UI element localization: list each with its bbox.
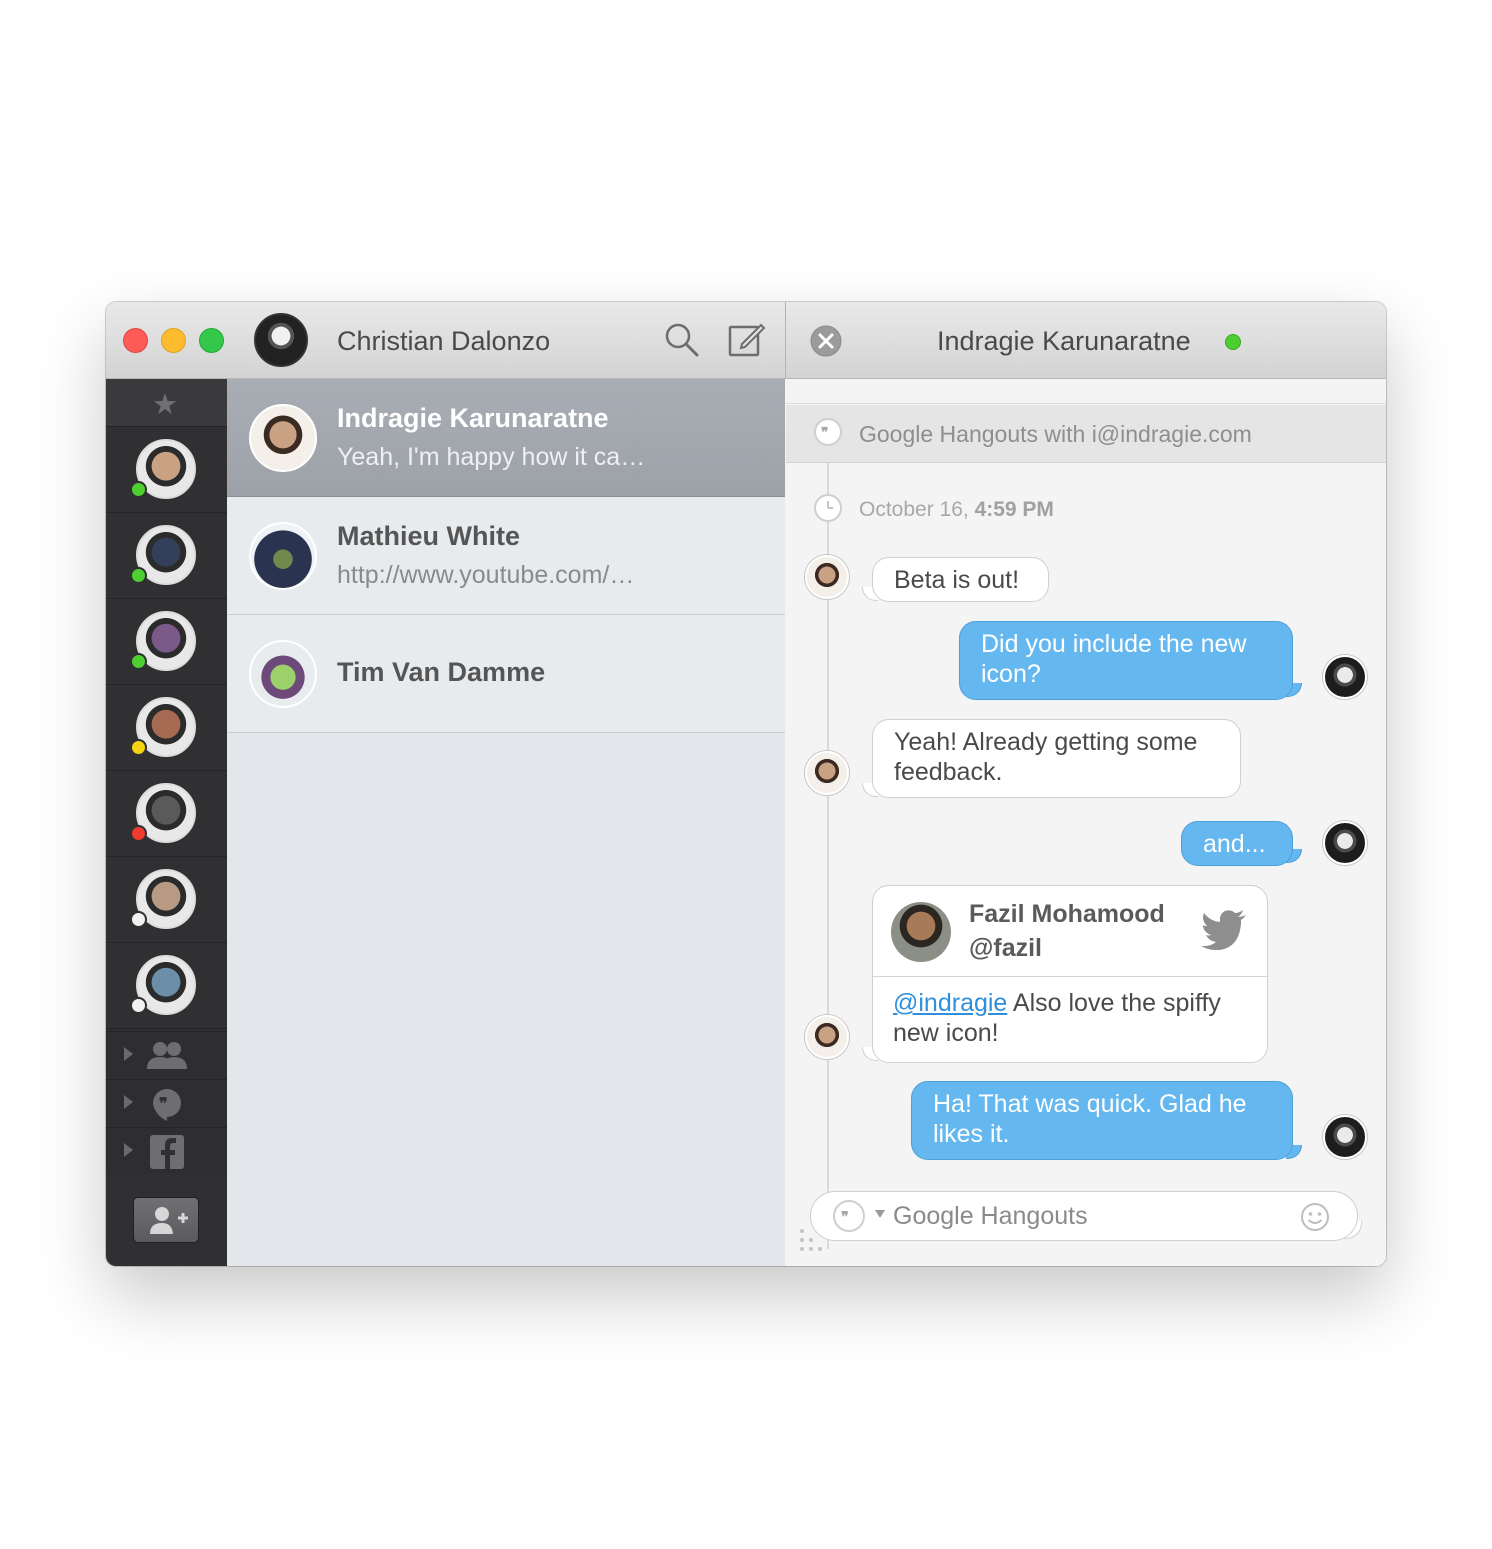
timestamp-time: 4:59 PM bbox=[974, 498, 1054, 521]
timestamp-date: October 16, bbox=[859, 498, 975, 521]
window-minimize-button[interactable] bbox=[161, 328, 186, 353]
presence-status-dot bbox=[130, 911, 147, 928]
sidebar-contact[interactable] bbox=[106, 685, 227, 771]
conversation-preview: http://www.youtube.com/… bbox=[337, 561, 635, 589]
service-line: Google Hangouts with i@indragie.com bbox=[859, 421, 1252, 447]
messages-window: Christian Dalonzo Indragie Karunaratne ★ bbox=[106, 302, 1386, 1266]
timestamp: October 16, 4:59 PM bbox=[859, 498, 1054, 522]
sidebar-contact[interactable] bbox=[106, 857, 227, 943]
tweet-header: Fazil Mohamood @fazil bbox=[873, 886, 1267, 977]
service-dropdown-caret-icon[interactable] bbox=[875, 1210, 885, 1218]
conversation-name: Mathieu White bbox=[337, 521, 520, 551]
sidebar-contact[interactable] bbox=[106, 513, 227, 599]
service-info-bar: ❞ Google Hangouts with i@indragie.com bbox=[786, 405, 1386, 463]
current-user-name: Christian Dalonzo bbox=[337, 326, 551, 356]
sender-avatar bbox=[805, 1015, 849, 1059]
close-conversation-icon[interactable] bbox=[809, 324, 843, 358]
contacts-sidebar: ★ ❞ bbox=[106, 379, 227, 1266]
tweet-author-avatar bbox=[891, 902, 951, 962]
sender-avatar bbox=[1323, 821, 1367, 865]
avatar bbox=[249, 522, 317, 590]
avatar bbox=[249, 640, 317, 708]
conversation-name: Tim Van Damme bbox=[337, 657, 546, 687]
twitter-bird-icon bbox=[1201, 910, 1246, 950]
sidebar-contact[interactable] bbox=[106, 427, 227, 513]
people-group-icon bbox=[147, 1042, 187, 1069]
chat-top-strip bbox=[786, 379, 1386, 404]
title-divider bbox=[785, 302, 786, 379]
presence-status-dot bbox=[130, 567, 147, 584]
conversation-name: Indragie Karunaratne bbox=[337, 403, 609, 433]
sender-avatar bbox=[1323, 1115, 1367, 1159]
message-bubble-outgoing[interactable]: Did you include the new icon? bbox=[959, 621, 1293, 700]
message-bubble-incoming[interactable]: Yeah! Already getting some feedback. bbox=[872, 719, 1241, 798]
presence-status-dot bbox=[130, 825, 147, 842]
message-bubble-outgoing[interactable]: and... bbox=[1181, 821, 1293, 866]
message-composer: ❞ bbox=[810, 1191, 1358, 1241]
window-zoom-button[interactable] bbox=[199, 328, 224, 353]
disclosure-triangle-icon[interactable] bbox=[124, 1047, 133, 1061]
conversation-list: Indragie Karunaratne Yeah, I'm happy how… bbox=[227, 379, 785, 1266]
online-status-dot bbox=[1225, 334, 1241, 350]
chat-pane: ❞ Google Hangouts with i@indragie.com Oc… bbox=[786, 379, 1386, 1266]
presence-status-dot bbox=[130, 997, 147, 1014]
message-input[interactable] bbox=[893, 1201, 1273, 1231]
tweet-mention-link[interactable]: @indragie bbox=[893, 989, 1007, 1017]
presence-status-dot bbox=[130, 739, 147, 756]
presence-status-dot bbox=[130, 481, 147, 498]
sidebar-contact[interactable] bbox=[106, 599, 227, 685]
presence-status-dot bbox=[130, 653, 147, 670]
group-facebook[interactable] bbox=[106, 1127, 227, 1175]
sidebar-contact[interactable] bbox=[106, 943, 227, 1029]
hangouts-service-icon[interactable]: ❞ bbox=[833, 1200, 865, 1232]
search-icon[interactable] bbox=[664, 322, 700, 358]
add-contact-icon bbox=[150, 1207, 188, 1234]
conversation-row[interactable]: Indragie Karunaratne Yeah, I'm happy how… bbox=[227, 379, 785, 497]
hangouts-quote-icon: ❞ bbox=[814, 418, 842, 446]
emoji-icon[interactable] bbox=[1299, 1201, 1331, 1233]
sidebar-contact[interactable] bbox=[106, 771, 227, 857]
svg-text:❞: ❞ bbox=[841, 1208, 849, 1224]
star-icon: ★ bbox=[152, 389, 178, 421]
current-user-avatar[interactable] bbox=[254, 313, 308, 367]
svg-text:❞: ❞ bbox=[159, 1096, 168, 1113]
compose-icon[interactable] bbox=[728, 322, 766, 358]
title-bar: Christian Dalonzo Indragie Karunaratne bbox=[106, 302, 1386, 379]
conversation-row[interactable]: Tim Van Damme bbox=[227, 615, 785, 733]
disclosure-triangle-icon[interactable] bbox=[124, 1143, 133, 1157]
group-hangouts[interactable]: ❞ bbox=[106, 1079, 227, 1127]
conversation-row[interactable]: Mathieu White http://www.youtube.com/… bbox=[227, 497, 785, 615]
tweet-card[interactable]: Fazil Mohamood @fazil @indragie Also lov… bbox=[872, 885, 1268, 1063]
message-bubble-incoming[interactable]: Beta is out! bbox=[872, 557, 1049, 602]
facebook-icon bbox=[150, 1135, 184, 1169]
tweet-author-name: Fazil Mohamood bbox=[969, 900, 1165, 928]
window-close-button[interactable] bbox=[123, 328, 148, 353]
disclosure-triangle-icon[interactable] bbox=[124, 1095, 133, 1109]
sender-avatar bbox=[805, 751, 849, 795]
favorites-header[interactable]: ★ bbox=[106, 379, 227, 427]
group-people[interactable] bbox=[106, 1031, 227, 1079]
avatar bbox=[249, 404, 317, 472]
svg-text:❞: ❞ bbox=[821, 425, 828, 440]
add-contact-button[interactable] bbox=[133, 1197, 199, 1243]
hangouts-icon: ❞ bbox=[152, 1089, 181, 1121]
conversation-preview: Yeah, I'm happy how it ca… bbox=[337, 443, 646, 471]
tweet-author-handle: @fazil bbox=[969, 934, 1042, 962]
resize-handle-icon[interactable] bbox=[798, 1227, 828, 1255]
sender-avatar bbox=[1323, 655, 1367, 699]
conversation-title: Indragie Karunaratne bbox=[937, 326, 1191, 356]
tweet-body: @indragie Also love the spiffy new icon! bbox=[893, 988, 1253, 1048]
sender-avatar bbox=[805, 555, 849, 599]
clock-icon bbox=[814, 494, 842, 522]
message-bubble-outgoing[interactable]: Ha! That was quick. Glad he likes it. bbox=[911, 1081, 1293, 1160]
